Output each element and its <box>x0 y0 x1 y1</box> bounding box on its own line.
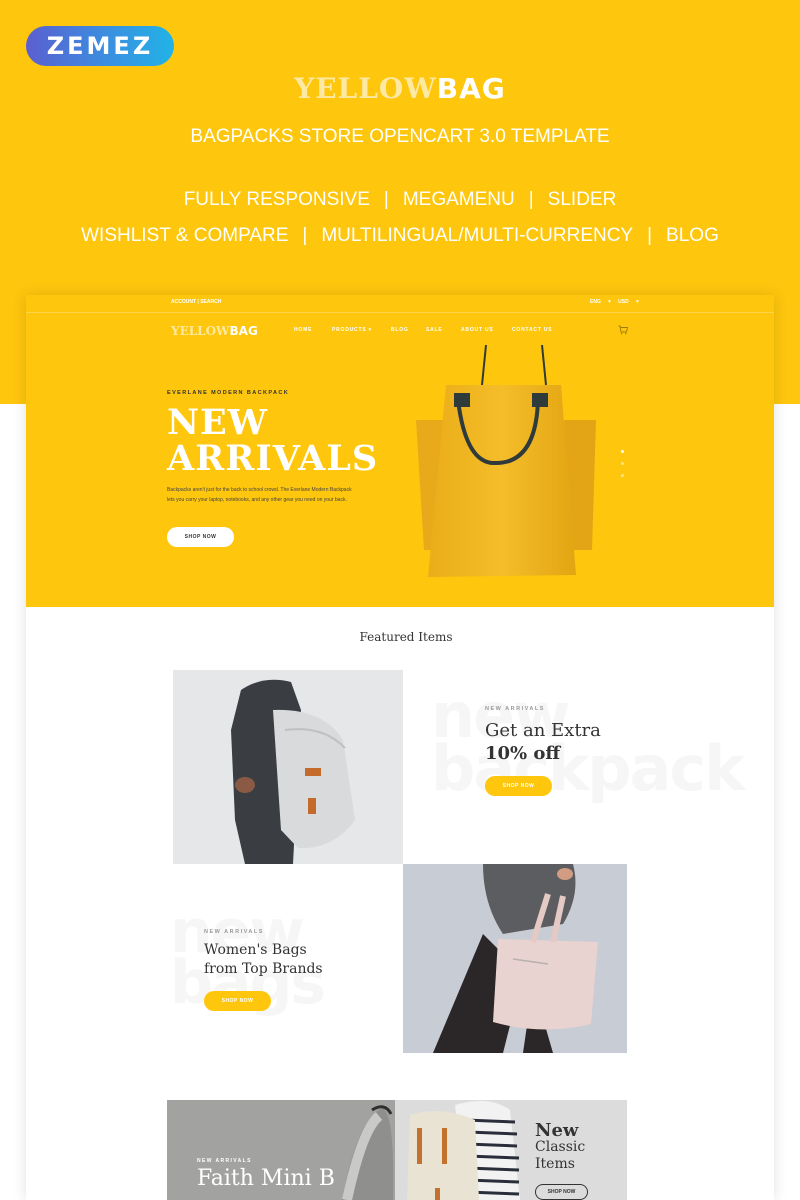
hero-title: NEW ARRIVALS <box>167 405 378 477</box>
language-select[interactable]: ENG ▾ <box>590 299 611 305</box>
feature-item: SLIDER <box>547 189 617 210</box>
features-row-2: WISHLIST & COMPARE | MULTILINGUAL/MULTI-CU… <box>0 225 800 247</box>
topbar-links: ACCOUNT | SEARCH <box>171 299 222 305</box>
page: ZEMEZ YELLOWBAG BAGPACKS STORE OPENCART … <box>0 0 800 1200</box>
slider-pagination <box>621 450 624 486</box>
woman-with-tote-image <box>403 864 627 1053</box>
slide-dot-3[interactable] <box>621 474 624 477</box>
card-shop-now-button[interactable]: SHOP NOW <box>204 991 271 1011</box>
nav-contact[interactable]: CONTACT US <box>512 327 552 333</box>
backpack-photo[interactable] <box>173 670 403 864</box>
banner-title: Faith Mini B <box>197 1166 335 1191</box>
account-link[interactable]: ACCOUNT <box>171 299 196 305</box>
promo-title-bag: BAG <box>436 72 506 105</box>
hero-description: Backpacks aren't just for the back to sc… <box>167 487 352 503</box>
feature-item: BLOG <box>666 225 719 246</box>
chevron-down-icon: ▾ <box>368 327 372 333</box>
nav-products-label: PRODUCTS <box>332 327 367 333</box>
store-preview: ACCOUNT | SEARCH ENG ▾ USD ▾ YELLOWBAG H… <box>26 295 774 1200</box>
store-logo[interactable]: YELLOWBAG <box>171 324 258 338</box>
nav-blog[interactable]: BLOG <box>391 327 409 333</box>
feature-separator: | <box>647 225 653 246</box>
banner-title-bold: New <box>535 1120 579 1141</box>
banner-kicker: NEW ARRIVALS <box>197 1158 252 1164</box>
feature-item: FULLY RESPONSIVE <box>183 189 370 210</box>
hero-shop-now-button[interactable]: SHOP NOW <box>167 527 234 547</box>
nav-products[interactable]: PRODUCTS ▾ <box>332 327 372 333</box>
features-row-1: FULLY RESPONSIVE | MEGAMENU | SLIDER <box>0 189 800 211</box>
store-logo-bag: BAG <box>229 324 258 338</box>
currency-select[interactable]: USD ▾ <box>618 299 638 305</box>
promo-title-yellow: YELLOW <box>294 72 437 105</box>
featured-items-title: Featured Items <box>359 630 453 644</box>
card-title: Women's Bags from Top Brands <box>204 941 323 979</box>
feature-item: WISHLIST & COMPARE <box>81 225 289 246</box>
slide-dot-1[interactable] <box>621 450 624 453</box>
currency-value: USD <box>618 299 629 305</box>
feature-item: MEGAMENU <box>402 189 515 210</box>
shopping-cart-icon[interactable] <box>618 325 628 335</box>
slide-dot-2[interactable] <box>621 462 624 465</box>
card-title-line-2: 10% off <box>485 743 561 764</box>
promo-title: YELLOWBAG <box>0 72 800 105</box>
hero-title-line-2: ARRIVALS <box>167 438 379 479</box>
yellow-tote-bag-image <box>416 345 596 577</box>
man-classic-backpack-image <box>395 1100 627 1200</box>
hero-title-line-1: NEW <box>167 402 268 443</box>
classic-items-banner[interactable]: New Classic Items SHOP NOW <box>395 1100 627 1200</box>
nav-about[interactable]: ABOUT US <box>461 327 494 333</box>
nav-sale[interactable]: SALE <box>426 327 443 333</box>
card-title-line-1: Women's Bags <box>204 942 307 958</box>
banner-title-line-2: Classic <box>535 1139 586 1155</box>
banner-title-line-3: Items <box>535 1156 575 1172</box>
topbar-selectors: ENG ▾ USD ▾ <box>590 299 645 305</box>
card-title: Get an Extra 10% off <box>485 719 601 765</box>
man-with-backpack-image <box>173 670 403 864</box>
nav-home[interactable]: HOME <box>294 327 312 333</box>
card-kicker: NEW ARRIVALS <box>204 929 264 935</box>
faith-mini-banner[interactable]: NEW ARRIVALS Faith Mini B <box>167 1100 395 1200</box>
banner-title: New Classic Items <box>535 1122 585 1173</box>
tote-photo[interactable] <box>403 864 627 1053</box>
card-title-line-2: from Top Brands <box>204 961 323 977</box>
banner-shop-now-button[interactable]: SHOP NOW <box>535 1184 588 1200</box>
feature-separator: | <box>302 225 308 246</box>
language-value: ENG <box>590 299 601 305</box>
feature-item: MULTILINGUAL/MULTI-CURRENCY <box>321 225 634 246</box>
promo-subtitle: BAGPACKS STORE OPENCART 3.0 TEMPLATE <box>190 126 610 147</box>
hero-kicker: EVERLANE MODERN BACKPACK <box>167 390 290 396</box>
feature-separator: | <box>383 189 389 210</box>
card-title-line-1: Get an Extra <box>485 720 601 741</box>
search-link[interactable]: SEARCH <box>200 299 221 305</box>
card-shop-now-button[interactable]: SHOP NOW <box>485 776 552 796</box>
store-logo-yellow: YELLOW <box>171 324 230 338</box>
card-kicker: NEW ARRIVALS <box>485 706 545 712</box>
zemez-logo[interactable]: ZEMEZ <box>26 26 174 66</box>
store-topbar: ACCOUNT | SEARCH ENG ▾ USD ▾ <box>26 295 774 313</box>
feature-separator: | <box>528 189 534 210</box>
